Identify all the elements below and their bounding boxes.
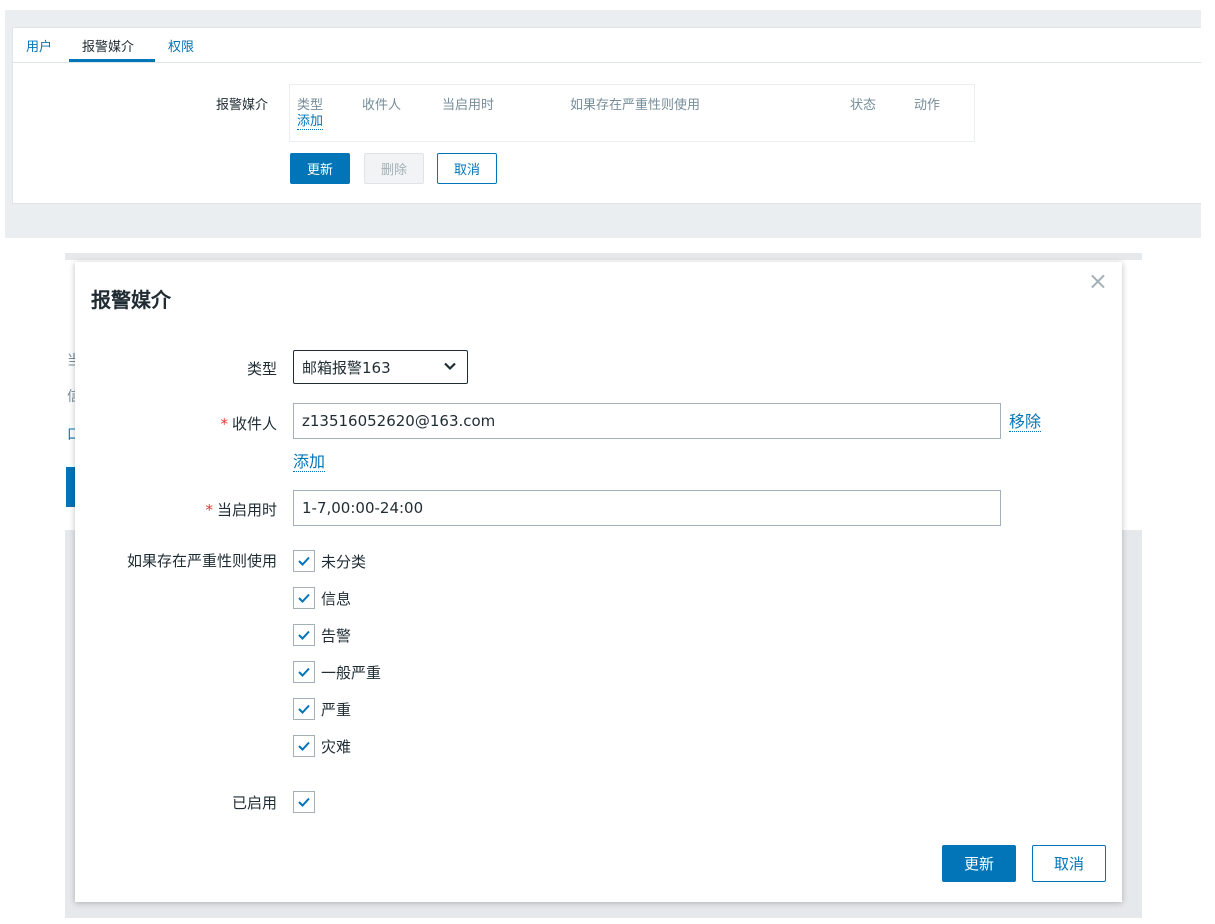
checkmark-icon — [298, 593, 310, 603]
delete-button: 删除 — [364, 153, 424, 184]
close-icon[interactable]: × — [1088, 266, 1108, 296]
tab-permissions[interactable]: 权限 — [168, 36, 194, 55]
recipient-label: * 收件人 — [220, 413, 277, 434]
checkbox[interactable] — [293, 791, 315, 813]
severity-label-text: 未分类 — [321, 552, 367, 571]
remove-recipient-link[interactable]: 移除 — [1009, 412, 1042, 432]
column-header-status: 状态 — [850, 98, 877, 113]
dialog-cancel-button[interactable]: 取消 — [1032, 845, 1106, 882]
checkbox[interactable] — [293, 735, 315, 757]
severity-label-text: 灾难 — [321, 737, 352, 756]
column-header-when-active: 当启用时 — [442, 98, 495, 113]
background-text-fragment: 口 — [67, 427, 75, 443]
severity-checkbox-warning[interactable]: 告警 — [293, 622, 351, 648]
severity-checkbox-not-classified[interactable]: 未分类 — [293, 548, 366, 574]
severity-label: 如果存在严重性则使用 — [126, 552, 277, 570]
media-dialog: 报警媒介 × 类型 邮箱报警163 * 收件人 z13516052620@163.… — [75, 262, 1122, 902]
checkbox[interactable] — [293, 661, 315, 683]
add-recipient-link[interactable]: 添加 — [293, 452, 326, 472]
column-header-recipient: 收件人 — [362, 98, 402, 113]
chevron-down-icon — [443, 359, 457, 376]
media-section-label: 报警媒介 — [216, 98, 269, 113]
required-marker: * — [205, 501, 213, 519]
enabled-checkbox[interactable] — [293, 789, 321, 815]
checkbox[interactable] — [293, 698, 315, 720]
severity-label-text: 一般严重 — [321, 663, 382, 682]
enabled-label: 已启用 — [231, 794, 277, 812]
severity-checkbox-average[interactable]: 一般严重 — [293, 659, 381, 685]
severity-label-text: 信息 — [321, 589, 352, 608]
dialog-update-button[interactable]: 更新 — [942, 845, 1016, 882]
checkmark-icon — [298, 556, 310, 566]
checkbox[interactable] — [293, 550, 315, 572]
tab-bar: 用户 报警媒介 权限 — [12, 27, 1201, 63]
type-label: 类型 — [246, 360, 277, 378]
active-tab-indicator — [69, 59, 155, 62]
checkbox[interactable] — [293, 587, 315, 609]
column-header-type: 类型 — [297, 98, 324, 113]
required-marker: * — [220, 415, 228, 433]
dialog-title: 报警媒介 — [91, 288, 171, 312]
tab-media[interactable]: 报警媒介 — [82, 36, 134, 55]
when-active-label: * 当启用时 — [205, 499, 277, 520]
checkmark-icon — [298, 704, 310, 714]
background-button-fragment — [66, 467, 75, 507]
severity-checkbox-high[interactable]: 严重 — [293, 696, 351, 722]
media-table: 类型 收件人 当启用时 如果存在严重性则使用 状态 动作 添加 — [289, 84, 975, 142]
update-button[interactable]: 更新 — [290, 153, 350, 184]
when-active-input[interactable]: 1-7,00:00-24:00 — [293, 490, 1001, 526]
severity-checkbox-disaster[interactable]: 灾难 — [293, 733, 351, 759]
checkbox[interactable] — [293, 624, 315, 646]
when-active-label-text: 当启用时 — [216, 501, 277, 519]
severity-checkbox-information[interactable]: 信息 — [293, 585, 351, 611]
severity-label-text: 严重 — [321, 700, 352, 719]
add-media-link[interactable]: 添加 — [297, 114, 324, 130]
checkmark-icon — [298, 667, 310, 677]
column-header-severity: 如果存在严重性则使用 — [570, 98, 701, 113]
background-text-fragment: 信 — [67, 389, 75, 405]
type-select[interactable]: 邮箱报警163 — [293, 350, 468, 384]
checkmark-icon — [298, 741, 310, 751]
background-text-fragment: 当 — [67, 353, 75, 369]
tab-users[interactable]: 用户 — [26, 36, 52, 55]
severity-label-text: 告警 — [321, 626, 352, 645]
checkmark-icon — [298, 630, 310, 640]
checkmark-icon — [298, 797, 310, 807]
type-select-value: 邮箱报警163 — [302, 358, 391, 377]
cancel-button[interactable]: 取消 — [437, 153, 497, 184]
column-header-action: 动作 — [914, 98, 941, 113]
recipient-input[interactable]: z13516052620@163.com — [293, 403, 1001, 439]
recipient-label-text: 收件人 — [231, 415, 277, 433]
